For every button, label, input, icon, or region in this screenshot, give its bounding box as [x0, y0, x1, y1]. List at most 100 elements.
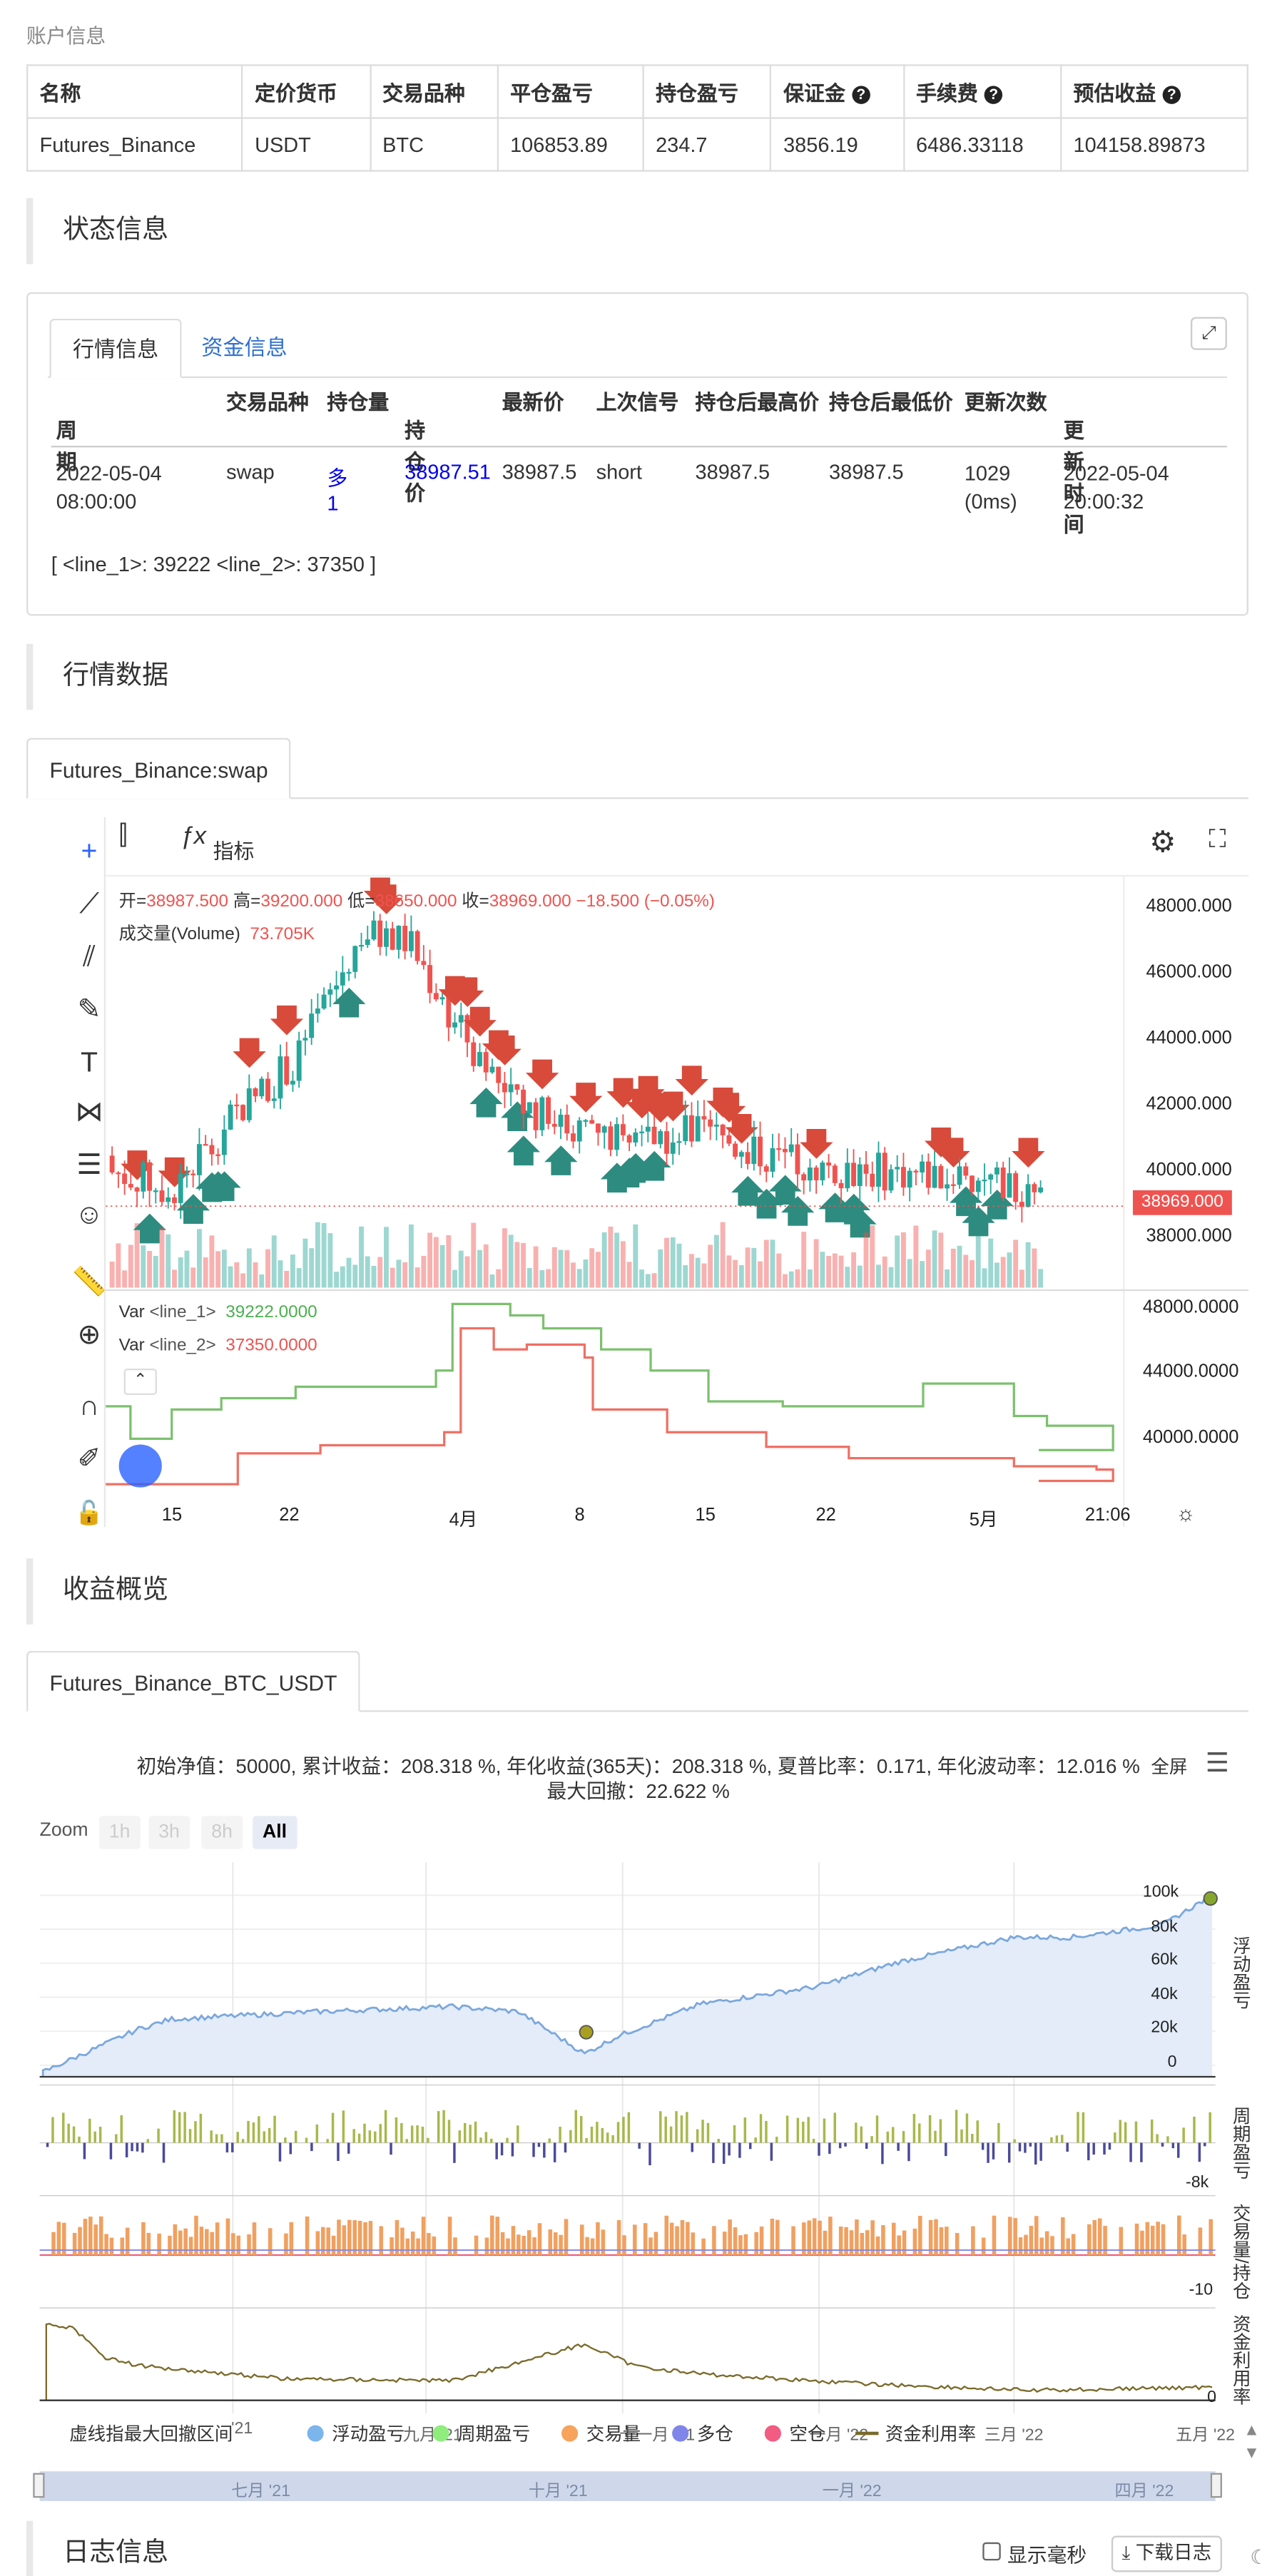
volume-trade-bar — [410, 2232, 415, 2256]
theme-toggle-icon[interactable]: ☾ — [1250, 2545, 1268, 2568]
tab-market-swap[interactable]: Futures_Binance:swap — [26, 737, 291, 799]
legend-period[interactable]: 周期盈亏 — [432, 2420, 530, 2446]
candle-body — [402, 926, 408, 951]
ms-checkbox[interactable] — [982, 2542, 1001, 2561]
volume-bar — [203, 1257, 208, 1288]
fullscreen-button[interactable]: 全屏 — [1151, 1753, 1187, 1779]
trendline-icon[interactable]: ⟋ — [69, 885, 109, 925]
account-header: 保证金? — [770, 64, 905, 119]
menu-icon[interactable]: ☰ — [1206, 1747, 1229, 1779]
text-tool-icon[interactable]: T — [69, 1043, 109, 1083]
period-bar — [828, 2142, 831, 2155]
period-bar — [865, 2142, 868, 2149]
indicator-button[interactable]: 指标 — [213, 834, 255, 865]
candle-body — [458, 1015, 464, 1023]
volume-trade-bar — [1182, 2234, 1186, 2256]
period-bar — [675, 2111, 678, 2143]
period-bar — [67, 2123, 70, 2143]
legend-short[interactable]: 空仓 — [764, 2420, 825, 2446]
legend-down-arrow[interactable]: ▼ — [1243, 2445, 1260, 2463]
price-axis-label: 38000.000 — [1146, 1226, 1232, 1247]
th-updates: 更新次数 — [964, 391, 1047, 415]
candle-body — [116, 1172, 121, 1175]
download-log-button[interactable]: ⤓ 下载日志 — [1111, 2535, 1222, 2572]
fullscreen-icon[interactable]: ⛶ — [1209, 825, 1226, 853]
period-bar — [870, 2136, 873, 2143]
candle-body — [464, 1015, 470, 1043]
help-icon[interactable]: ? — [985, 86, 1003, 104]
volume-bar — [882, 1256, 887, 1288]
volume-bar — [932, 1230, 937, 1288]
navigator-range[interactable] — [39, 2471, 1216, 2501]
zoom-all[interactable]: All — [253, 1816, 297, 1849]
period-bar — [860, 2126, 863, 2143]
volume-bar — [1032, 1248, 1037, 1288]
volume-trade-bar — [331, 2235, 336, 2256]
zoom-1h[interactable]: 1h — [98, 1816, 141, 1849]
tab-profit[interactable]: Futures_Binance_BTC_USDT — [26, 1650, 360, 1712]
legend-up-arrow[interactable]: ▲ — [1243, 2422, 1260, 2440]
magnet-icon[interactable]: ∩ — [69, 1386, 109, 1426]
tab-fund-info[interactable]: 资金信息 — [180, 319, 309, 378]
pattern-icon[interactable]: ⋈ — [69, 1093, 109, 1133]
settings-gear-icon[interactable]: ⚙ — [1149, 825, 1176, 860]
emoji-icon[interactable]: ☺ — [69, 1195, 109, 1235]
fib-icon[interactable]: ⫽ — [69, 938, 109, 978]
measure-lines-icon[interactable]: ☰ — [69, 1145, 109, 1185]
period-bar — [342, 2110, 345, 2143]
zoom-3h[interactable]: 3h — [148, 1816, 190, 1849]
period-bar — [421, 2127, 424, 2143]
zoom-8h[interactable]: 8h — [201, 1816, 243, 1849]
nav-axis-label: 十月 '21 — [528, 2483, 588, 2501]
indicator-icon[interactable]: ƒx — [180, 822, 206, 850]
period-bar — [844, 2142, 847, 2147]
volume-trade-bar — [860, 2232, 865, 2256]
axis-settings-icon[interactable]: ☼ — [1176, 1501, 1196, 1525]
profit-chart[interactable] — [39, 1862, 1222, 2414]
candle-body — [228, 1104, 233, 1130]
draw-lock-icon[interactable]: ✐ — [69, 1440, 109, 1480]
volume-bar — [670, 1237, 676, 1288]
volume-trade-bar — [691, 2232, 696, 2256]
tab-market-info[interactable]: 行情信息 — [49, 318, 182, 379]
candle-body — [895, 1167, 900, 1170]
help-icon[interactable]: ? — [1162, 86, 1181, 104]
candle-body — [645, 1126, 651, 1132]
account-header: 持仓盈亏 — [642, 64, 772, 119]
volume-trade-bar — [902, 2230, 907, 2256]
legend-util[interactable]: 资金利用率 — [855, 2420, 976, 2446]
volume-trade-bar — [474, 2235, 479, 2256]
volume-trade-bar — [981, 2237, 986, 2256]
navigator-handle-left[interactable] — [33, 2473, 45, 2498]
candle-body — [496, 1066, 502, 1083]
period-bar — [1055, 2135, 1059, 2143]
period-bar — [368, 2130, 372, 2143]
navigator-handle-right[interactable] — [1210, 2473, 1222, 2498]
ruler-icon[interactable]: 📏 — [69, 1263, 109, 1303]
legend-volume[interactable]: 交易量 — [561, 2420, 641, 2446]
period-bar — [484, 2132, 488, 2143]
period-bar — [410, 2125, 414, 2143]
zoom-in-icon[interactable]: ⊕ — [69, 1316, 109, 1356]
volume-trade-bar — [733, 2227, 738, 2256]
collapse-button[interactable]: ⌃ — [123, 1368, 157, 1396]
help-icon[interactable]: ? — [852, 86, 870, 104]
volume-bar — [751, 1247, 757, 1288]
period-bar — [712, 2142, 715, 2163]
brush-icon[interactable]: ✎ — [69, 991, 109, 1031]
volume-bar — [857, 1265, 863, 1288]
crosshair-icon[interactable]: + — [69, 832, 109, 872]
lock-icon[interactable]: 🔓 — [69, 1493, 109, 1533]
legend-long[interactable]: 多仓 — [672, 2420, 733, 2446]
candle-body — [539, 1097, 545, 1130]
period-bar — [616, 2122, 620, 2143]
legend-drawdown[interactable]: 虚线指最大回撤区间 — [69, 2420, 233, 2446]
legend-float[interactable]: 浮动盈亏 — [307, 2420, 405, 2446]
candle-body — [109, 1155, 115, 1173]
cell-updates: 1029 (0ms) — [964, 462, 1017, 513]
vlabel-period: 周期盈亏 — [1230, 2106, 1251, 2179]
volume-trade-bar — [199, 2227, 204, 2256]
candle-type-icon[interactable]: ⫿ — [119, 822, 128, 852]
candle-body — [271, 1098, 277, 1101]
expand-button[interactable]: ⤢ — [1190, 317, 1227, 350]
